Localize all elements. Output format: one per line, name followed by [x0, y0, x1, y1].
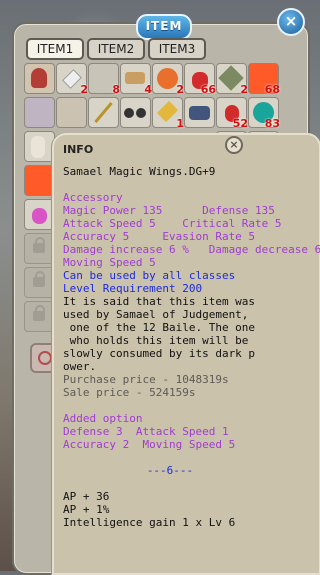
inventory-slot-red-potion-2[interactable]: 52 — [216, 97, 248, 130]
level-requirement: Level Requirement 200 — [63, 282, 203, 295]
description-line: who holds this item will be — [63, 334, 249, 347]
lock-icon — [33, 305, 45, 321]
close-button[interactable]: × — [277, 8, 305, 36]
inventory-slot-staff[interactable] — [88, 97, 119, 128]
inventory-slot-stone-block[interactable] — [56, 97, 87, 128]
inventory-slot-bone[interactable] — [24, 131, 55, 162]
description-line: used by Samael of Judgement, — [63, 308, 249, 321]
added-option-line: Defense 3 Attack Speed 1 — [63, 425, 229, 438]
class-requirement: Can be used by all classes — [63, 269, 236, 282]
description-line: slowly consumed by its dark p — [63, 347, 256, 360]
item-quantity: 52 — [232, 117, 248, 130]
item-name: Samael Magic Wings.DG+9 — [63, 165, 216, 178]
locked-slot — [24, 301, 55, 332]
item-quantity: 4 — [144, 83, 152, 96]
extra-stat-line: AP + 1% — [63, 503, 110, 516]
item-quantity: 83 — [264, 117, 280, 130]
item-quantity: 66 — [200, 83, 216, 96]
inventory-slot-gold-crystal[interactable]: 1 — [152, 97, 184, 130]
inventory-slot-crystal[interactable]: 2 — [56, 63, 88, 96]
item-quantity: 1 — [176, 117, 184, 130]
inventory-slot-orange-orb[interactable]: 2 — [152, 63, 184, 96]
sale-price: Sale price - 524159s — [63, 386, 196, 399]
inventory-slot-card-2[interactable] — [24, 165, 55, 196]
stat-line: Damage increase 6 % Damage decrease 6 % — [63, 243, 320, 256]
inventory-slot-pink-potion[interactable] — [24, 199, 55, 230]
tab-item1[interactable]: ITEM1 — [26, 38, 84, 60]
extra-stat-line: AP + 36 — [63, 490, 110, 503]
item-quantity: 2 — [176, 83, 184, 96]
inventory-slot-dark-wings[interactable] — [24, 97, 55, 128]
tab-bar: ITEM1 ITEM2 ITEM3 — [26, 38, 206, 60]
item-quantity: 2 — [80, 83, 88, 96]
lock-icon — [33, 271, 45, 287]
inventory-slot-binoculars[interactable] — [120, 97, 151, 128]
stat-line: Accuracy 5 Evasion Rate 5 — [63, 230, 256, 243]
inventory-slot-green-stone[interactable]: 2 — [216, 63, 248, 96]
inventory-slot-scroll[interactable]: 4 — [120, 63, 152, 96]
tab-item2[interactable]: ITEM2 — [87, 38, 145, 60]
info-panel: INFO × Samael Magic Wings.DG+9 Accessory… — [52, 133, 320, 575]
info-body: Samael Magic Wings.DG+9 Accessory Magic … — [63, 165, 320, 529]
enhance-divider: ---6--- — [146, 464, 194, 477]
inventory-slot-card[interactable]: 68 — [248, 63, 280, 96]
locked-slot — [24, 233, 55, 264]
lock-icon — [33, 237, 45, 253]
description-line: ower. — [63, 360, 97, 373]
item-quantity: 68 — [264, 83, 280, 96]
locked-slot — [24, 267, 55, 298]
window-title: ITEM — [136, 14, 192, 40]
stat-line: Attack Speed 5 Critical Rate 5 — [63, 217, 282, 230]
item-type: Accessory — [63, 191, 123, 204]
inventory-slot-red-potion[interactable]: 66 — [184, 63, 216, 96]
inventory-slot-chest[interactable] — [184, 97, 215, 128]
info-title: INFO — [63, 143, 94, 156]
stat-line: Magic Power 135 Defense 135 — [63, 204, 275, 217]
stat-line: Moving Speed 5 — [63, 256, 156, 269]
item-quantity: 2 — [240, 83, 248, 96]
inventory-slot-web[interactable]: 8 — [88, 63, 120, 96]
description-line: one of the 12 Baile. The one — [63, 321, 256, 334]
info-close-button[interactable]: × — [225, 136, 243, 154]
tab-item3[interactable]: ITEM3 — [148, 38, 206, 60]
added-option-header: Added option — [63, 412, 143, 425]
added-option-line: Accuracy 2 Moving Speed 5 — [63, 438, 236, 451]
item-quantity: 8 — [112, 83, 120, 96]
extra-stat-line: Intelligence gain 1 x Lv 6 — [63, 516, 236, 529]
description-line: It is said that this item was — [63, 295, 256, 308]
purchase-price: Purchase price - 1048319s — [63, 373, 229, 386]
inventory-slot-character-icon[interactable] — [24, 63, 55, 94]
inventory-slot-teal-orb[interactable]: 83 — [248, 97, 280, 130]
